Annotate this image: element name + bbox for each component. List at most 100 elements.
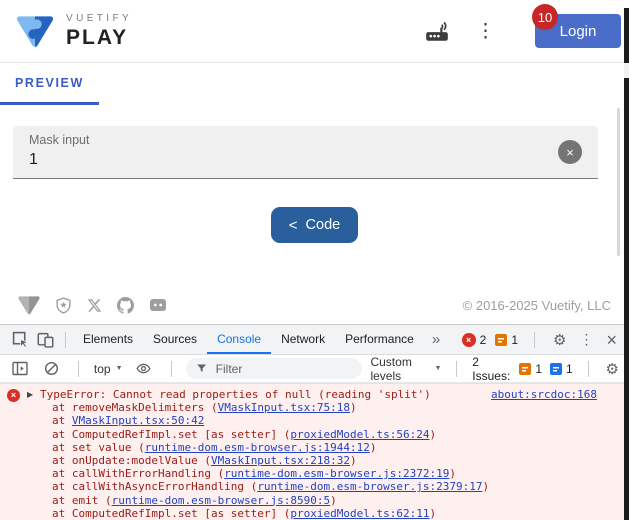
stack-frame-text: )	[350, 454, 357, 468]
screen: VUETIFY PLAY ⋮ Login 10 PREVIEW Mask inp…	[0, 0, 629, 520]
error-stack: at removeMaskDelimiters (VMaskInput.tsx:…	[40, 401, 621, 520]
discord-icon[interactable]	[149, 297, 167, 313]
mask-input-field[interactable]: Mask input 1 ×	[13, 126, 598, 179]
devtools-tabbar: Elements Sources Console Network Perform…	[0, 325, 629, 355]
stack-frame-text: at emit (	[52, 493, 112, 507]
console-error-row: × ▶ TypeError: Cannot read properties of…	[0, 383, 629, 520]
stack-frame: at callWithAsyncErrorHandling (runtime-d…	[52, 480, 621, 493]
expand-caret-icon[interactable]: ▶	[27, 390, 33, 399]
error-count: 2	[479, 332, 487, 347]
console-sidebar-icon[interactable]	[8, 361, 32, 376]
window-edge-notch	[624, 63, 629, 78]
stack-frame: at removeMaskDelimiters (VMaskInput.tsx:…	[52, 401, 621, 414]
stack-frame-text: )	[350, 401, 357, 415]
divider	[534, 331, 536, 348]
context-selector[interactable]: top ▼	[94, 362, 123, 376]
kebab-menu-icon[interactable]: ⋮	[476, 22, 495, 41]
header-actions: ⋮ Login 10	[424, 4, 623, 48]
devtools-tab-console[interactable]: Console	[207, 325, 272, 354]
issue-icon	[495, 333, 508, 346]
playground-tabbar: PREVIEW	[0, 63, 629, 105]
code-button-label: Code	[305, 217, 341, 233]
window-edge	[624, 8, 629, 520]
stack-frame: at VMaskInput.tsx:50:42	[52, 414, 621, 427]
mask-input-label: Mask input	[29, 133, 90, 147]
stack-file-link[interactable]: runtime-dom.esm-browser.js:8590:5	[112, 494, 331, 507]
issues-blue-badge[interactable]: 1	[550, 362, 573, 376]
issues-orange-badge[interactable]: 1	[519, 362, 542, 376]
preview-scrollbar[interactable]	[617, 108, 620, 256]
message-icon	[550, 362, 563, 375]
stack-file-link[interactable]: proxiedModel.ts:62:11	[290, 507, 429, 520]
stack-frame-text: )	[482, 480, 490, 494]
error-circle-icon: ×	[461, 332, 476, 347]
stack-frame: at callWithErrorHandling (runtime-dom.es…	[52, 467, 621, 480]
vuetify-logo-icon	[16, 14, 54, 48]
stack-frame-text: at removeMaskDelimiters (	[52, 401, 218, 415]
issue-count: 1	[511, 332, 519, 347]
close-icon[interactable]: ×	[604, 331, 619, 349]
stack-file-link[interactable]: runtime-dom.esm-browser.js:1944:12	[145, 441, 370, 454]
custom-levels-selector[interactable]: Custom levels ▼	[370, 355, 441, 383]
brand-text: VUETIFY PLAY	[66, 14, 132, 49]
error-circle-icon: ×	[7, 389, 20, 402]
custom-levels-label: Custom levels	[370, 354, 412, 383]
stack-frame: at set value (runtime-dom.esm-browser.js…	[52, 441, 621, 454]
stack-frame-text: )	[449, 467, 456, 481]
devtools-tab-network[interactable]: Network	[271, 325, 335, 354]
stack-file-link[interactable]: VMaskInput.tsx:218:32	[211, 454, 350, 467]
error-source-link[interactable]: about:srcdoc:168	[491, 388, 597, 401]
filter-input[interactable]	[213, 360, 353, 377]
vuetify-logo-icon[interactable]	[18, 295, 40, 315]
console-settings-gear-icon[interactable]: ⚙	[604, 360, 621, 378]
filter-field[interactable]	[186, 358, 363, 379]
inspect-element-icon[interactable]	[8, 331, 33, 348]
security-shield-icon[interactable]	[55, 296, 72, 314]
github-icon[interactable]	[117, 296, 134, 314]
devtools-tab-sources[interactable]: Sources	[143, 325, 207, 354]
settings-gear-icon[interactable]: ⚙	[551, 331, 568, 349]
more-tabs-icon[interactable]: »	[432, 331, 440, 348]
devtools-panel: Elements Sources Console Network Perform…	[0, 324, 629, 520]
brand[interactable]: VUETIFY PLAY	[16, 14, 132, 48]
code-toggle-button[interactable]: < Code	[270, 207, 359, 243]
playground-footer: © 2016-2025 Vuetify, LLC	[0, 286, 629, 324]
preview-pane: Mask input 1 × < Code	[0, 126, 629, 286]
x-twitter-icon[interactable]	[87, 298, 102, 313]
stack-file-link[interactable]: VMaskInput.tsx:75:18	[218, 401, 350, 414]
issue-icon	[519, 362, 532, 375]
divider	[170, 360, 172, 377]
error-message: TypeError: Cannot read properties of nul…	[40, 388, 431, 401]
kebab-menu-icon[interactable]: ⋮	[577, 331, 595, 348]
console-toolbar-right: Custom levels ▼ 2 Issues: 1 1 ⚙	[370, 355, 621, 383]
stack-frame: at ComputedRefImpl.set [as setter] (prox…	[52, 428, 621, 441]
stack-file-link[interactable]: runtime-dom.esm-browser.js:2379:17	[257, 480, 482, 493]
stack-file-link[interactable]: runtime-dom.esm-browser.js:2372:19	[224, 467, 449, 480]
router-wireless-icon[interactable]	[424, 18, 450, 44]
chevron-down-icon: ▼	[115, 365, 123, 372]
stack-frame-text: at	[52, 414, 72, 428]
divider	[78, 360, 79, 377]
stack-frame-text: )	[429, 427, 437, 441]
devtools-tabbar-right: × 2 1 ⚙ ⋮ ×	[461, 325, 629, 354]
clear-input-icon[interactable]: ×	[558, 140, 582, 164]
clear-console-icon[interactable]	[40, 361, 63, 376]
issue-count-badge[interactable]: 1	[495, 333, 518, 347]
tab-preview[interactable]: PREVIEW	[0, 63, 99, 105]
live-expression-eye-icon[interactable]	[131, 361, 156, 376]
copyright-text: © 2016-2025 Vuetify, LLC	[462, 297, 611, 313]
devtools-tab-performance[interactable]: Performance	[335, 325, 424, 354]
mask-input-value[interactable]: 1	[29, 151, 582, 169]
devtools-tab-elements[interactable]: Elements	[73, 325, 143, 354]
issues-summary-label[interactable]: 2 Issues:	[472, 355, 511, 383]
stack-file-link[interactable]: proxiedModel.ts:56:24	[290, 428, 429, 441]
error-count-badge[interactable]: × 2	[461, 332, 487, 347]
issues-blue-count: 1	[566, 361, 573, 376]
divider	[587, 360, 589, 377]
error-first-line: TypeError: Cannot read properties of nul…	[40, 388, 621, 401]
notification-badge[interactable]: 10	[532, 4, 558, 30]
brand-play-label: PLAY	[66, 26, 129, 49]
device-toolbar-icon[interactable]	[33, 331, 58, 348]
app-header: VUETIFY PLAY ⋮ Login 10	[0, 0, 629, 63]
stack-file-link[interactable]: VMaskInput.tsx:50:42	[72, 414, 204, 427]
